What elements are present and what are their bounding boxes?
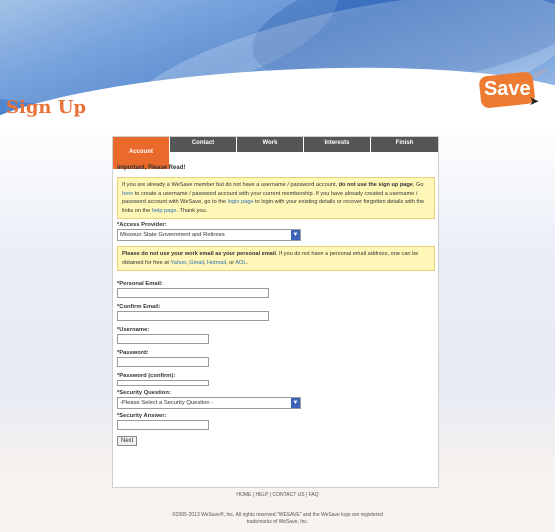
password-confirm-field[interactable] (117, 380, 209, 386)
signup-panel: Account Contact Work Interests Finish Im… (112, 136, 439, 488)
aol-link[interactable]: AOL (235, 260, 246, 266)
here-link[interactable]: here (122, 191, 133, 197)
copyright-line: ©2005-2013 WeSave®, Inc. All rights rese… (172, 512, 383, 518)
security-answer-field[interactable] (117, 420, 209, 430)
form-content: Important, Please Read! If you are alrea… (117, 165, 435, 446)
tab-label: Work (262, 140, 278, 146)
tab-label: Finish (395, 140, 414, 146)
page-title: Sign Up (6, 97, 87, 118)
security-question-value: -Please Select a Security Question - (120, 400, 214, 406)
tab-contact[interactable]: Contact (170, 137, 236, 152)
hotmail-link[interactable]: Hotmail (207, 260, 226, 266)
help-page-link[interactable]: help page (152, 208, 177, 214)
confirm-email-field[interactable] (117, 311, 269, 321)
access-provider-value: Missouri State Government and Retirees (120, 232, 225, 238)
password-confirm-label: *Password (confirm): (117, 373, 176, 379)
gmail-link[interactable]: Gmail (189, 260, 204, 266)
security-question-select[interactable]: -Please Select a Security Question - ▼ (117, 397, 301, 409)
wizard-tabs: Account Contact Work Interests Finish (113, 137, 438, 169)
security-question-label: *Security Question: (117, 390, 171, 396)
yahoo-link[interactable]: Yahoo (170, 260, 186, 266)
security-answer-label: *Security Answer: (117, 413, 167, 419)
notice-text: . Thank you. (176, 207, 208, 214)
notice-text: . Go (412, 182, 424, 188)
notice-bold: do not use the sign up page (337, 182, 413, 188)
username-label: *Username: (117, 327, 150, 333)
logo-save-text: Save (483, 77, 531, 100)
tab-finish[interactable]: Finish (371, 137, 438, 152)
notice-text: , or (225, 259, 236, 266)
email-notice: Please do not use your work email as you… (117, 246, 435, 271)
login-page-link[interactable]: login page (228, 199, 254, 205)
access-provider-label: *Access Provider: (117, 222, 167, 228)
tab-label: Account (129, 149, 153, 155)
logo-we-text: We (450, 79, 483, 104)
tab-label: Interests (324, 140, 350, 146)
personal-email-field[interactable] (117, 288, 269, 298)
important-heading: Important, Please Read! (117, 165, 186, 171)
logo-save-badge: Save (478, 71, 536, 109)
tab-work[interactable]: Work (237, 137, 303, 152)
footer-links[interactable]: HOME | HELP | CONTACT US | FAQ (0, 492, 555, 498)
notice-text: If you are already a WeSave member but d… (122, 182, 338, 188)
next-button[interactable]: Next (117, 436, 138, 446)
wesave-logo[interactable]: We Save ➤ (447, 68, 547, 112)
notice-text: . (246, 259, 249, 266)
tab-interests[interactable]: Interests (304, 137, 370, 152)
member-notice: If you are already a WeSave member but d… (117, 177, 435, 219)
tab-label: Contact (191, 140, 215, 146)
personal-email-label: *Personal Email: (117, 281, 163, 287)
notice-bold: Please do not use your work email as you… (122, 251, 276, 257)
confirm-email-label: *Confirm Email: (117, 304, 161, 310)
chevron-down-icon[interactable]: ▼ (291, 398, 300, 408)
mouse-cursor-icon: ➤ (529, 94, 540, 108)
copyright: ©2005-2013 WeSave®, Inc. All rights rese… (0, 512, 555, 526)
chevron-down-icon[interactable]: ▼ (291, 230, 300, 240)
access-provider-select[interactable]: Missouri State Government and Retirees ▼ (117, 229, 301, 241)
password-label: *Password: (117, 350, 149, 356)
copyright-line: trademarks of WeSave, Inc. (246, 519, 309, 525)
username-field[interactable] (117, 334, 209, 344)
password-field[interactable] (117, 357, 209, 367)
